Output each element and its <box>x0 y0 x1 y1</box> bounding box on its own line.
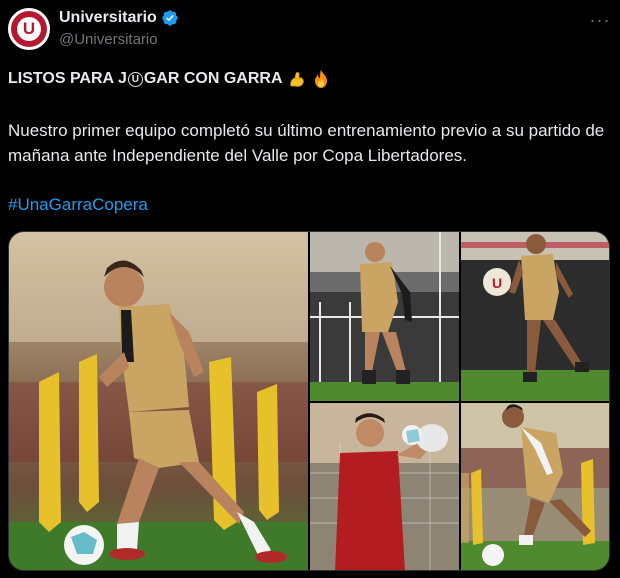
headline-part2: GAR CON GARRA <box>143 70 283 87</box>
club-logo-icon: U <box>492 275 502 291</box>
headline-part1: LISTOS PARA J <box>8 70 127 87</box>
avatar[interactable]: U <box>8 8 50 50</box>
author-names: Universitario @Universitario <box>59 8 179 50</box>
display-name-row[interactable]: Universitario <box>59 8 179 28</box>
club-u-glyph: U <box>127 71 143 87</box>
verified-badge-icon <box>162 10 178 26</box>
player-jogging-photo[interactable]: U <box>461 232 609 401</box>
post-headline: LISTOS PARA J U GAR CON GARRA <box>8 69 331 89</box>
handle[interactable]: @Universitario <box>59 30 179 50</box>
display-name[interactable]: Universitario <box>59 8 157 28</box>
fire-emoji <box>314 70 327 88</box>
club-logo-icon: U <box>11 11 47 47</box>
post-header: U Universitario @Universitario ··· <box>8 8 612 52</box>
player-with-ball-photo[interactable] <box>9 232 308 570</box>
avatar-letter: U <box>17 17 41 41</box>
flexed-biceps-emoji <box>289 72 304 87</box>
player-running-photo[interactable] <box>310 232 459 401</box>
post-body: Nuestro primer equipo completó su último… <box>8 121 605 165</box>
goalkeeper-catching-photo[interactable] <box>310 403 459 570</box>
hashtag-link[interactable]: #UnaGarraCopera <box>8 195 148 215</box>
player-dribbling-photo[interactable] <box>461 403 609 570</box>
media-grid: U <box>8 231 610 571</box>
more-options-icon[interactable]: ··· <box>588 10 612 30</box>
